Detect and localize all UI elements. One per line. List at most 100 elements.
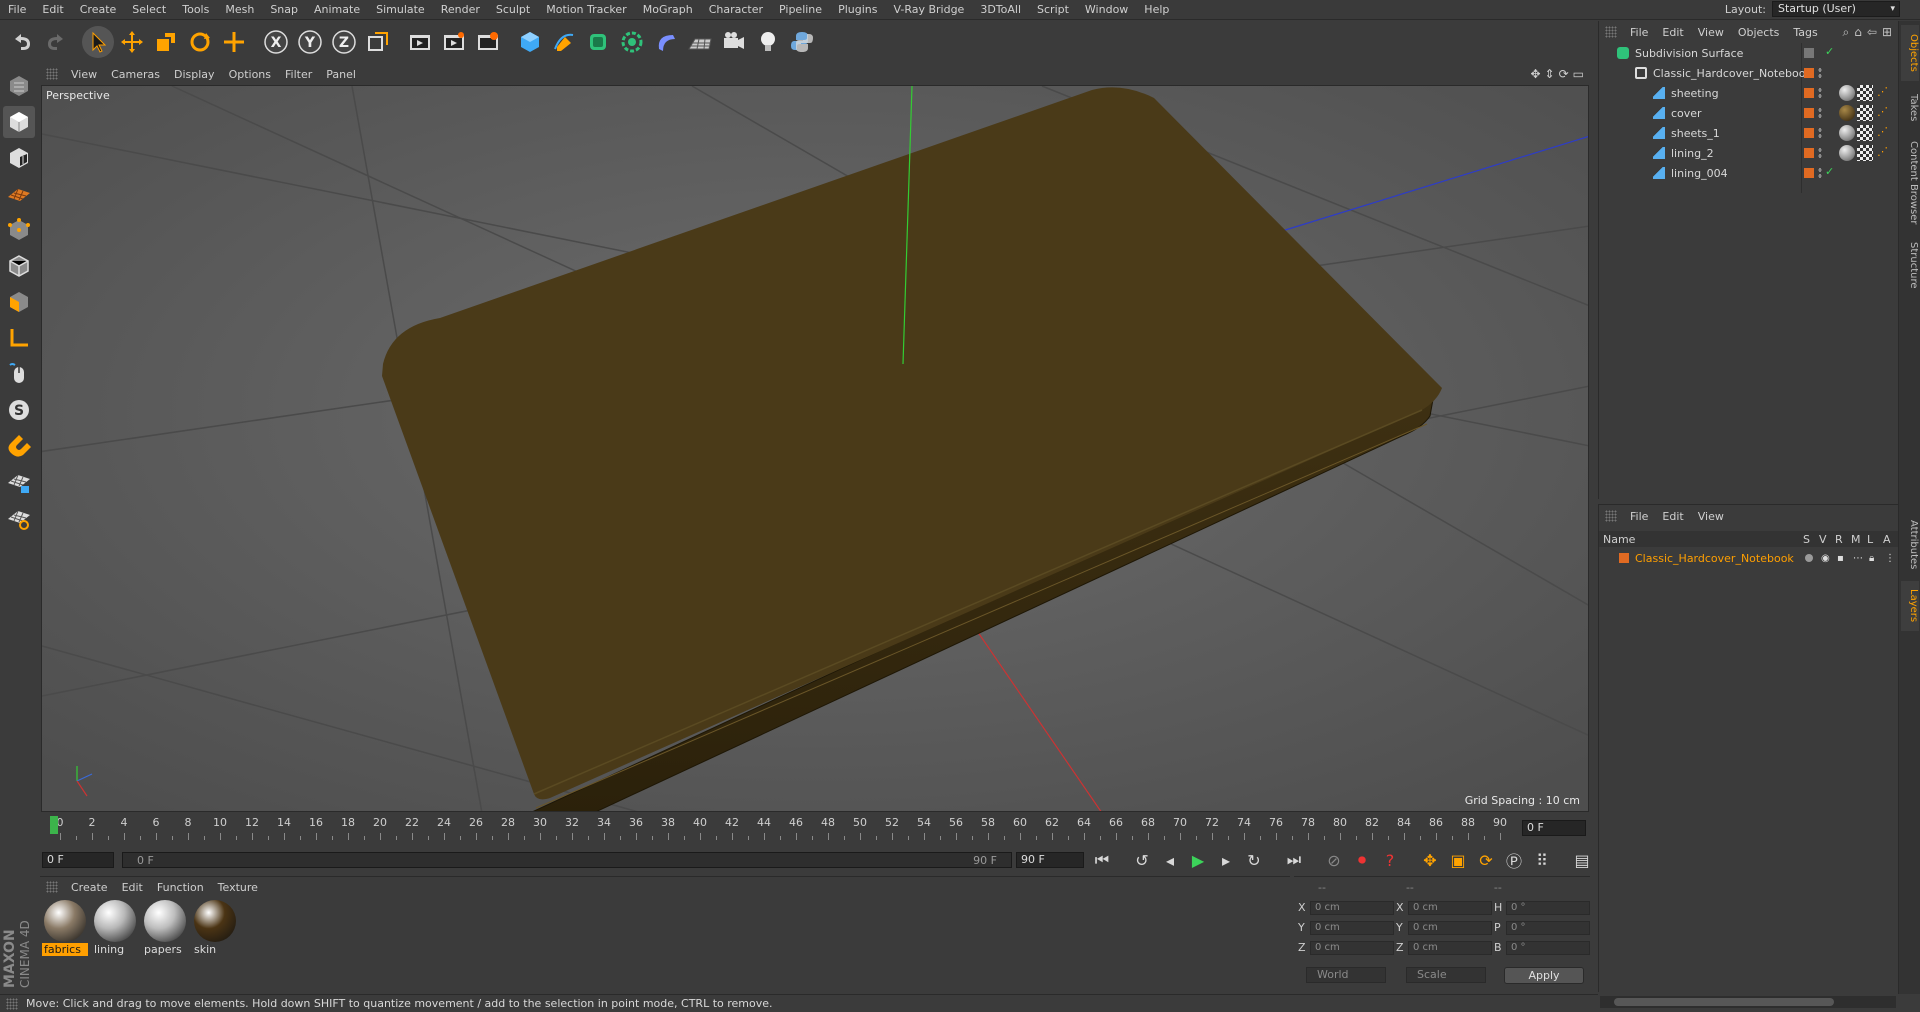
- layer-column-a[interactable]: A: [1883, 533, 1891, 546]
- layer-row[interactable]: Classic_Hardcover_Notebook ◉ ▪ ⋯ 🔒︎ ⋮: [1599, 549, 1899, 567]
- material-swatch[interactable]: skin: [192, 900, 238, 956]
- layer-column-v[interactable]: V: [1819, 533, 1827, 546]
- polygons-mode-icon[interactable]: [3, 286, 35, 318]
- workplane-icon[interactable]: [3, 178, 35, 210]
- material-tag-icon[interactable]: [1839, 125, 1855, 141]
- back-icon[interactable]: ⇦: [1867, 25, 1877, 40]
- material-menu-edit[interactable]: Edit: [115, 881, 150, 894]
- layer-render-icon[interactable]: ▪: [1837, 553, 1844, 564]
- visibility-dots-icon[interactable]: [1818, 67, 1822, 79]
- coord-space-select[interactable]: World: [1306, 967, 1386, 983]
- deformer-icon[interactable]: [650, 26, 682, 58]
- menu-pipeline[interactable]: Pipeline: [771, 0, 830, 20]
- layer-name[interactable]: Classic_Hardcover_Notebook: [1635, 552, 1794, 565]
- start-frame-field[interactable]: 0 F: [42, 852, 114, 868]
- layer-menu-view[interactable]: View: [1691, 510, 1731, 523]
- camera-icon[interactable]: [718, 26, 750, 58]
- object-menu-edit[interactable]: Edit: [1655, 26, 1690, 39]
- menu-3dtoall[interactable]: 3DToAll: [972, 0, 1029, 20]
- previous-frame-icon[interactable]: ◂: [1158, 848, 1182, 872]
- pen-spline-icon[interactable]: [548, 26, 580, 58]
- scale-icon[interactable]: [150, 26, 182, 58]
- axis-mode-icon[interactable]: [3, 322, 35, 354]
- layout-dropdown[interactable]: Startup (User): [1772, 1, 1900, 17]
- enabled-check-icon[interactable]: ✓: [1825, 45, 1841, 61]
- menu-v-ray-bridge[interactable]: V-Ray Bridge: [885, 0, 972, 20]
- z-axis-icon[interactable]: Z: [328, 26, 360, 58]
- layer-color-dot[interactable]: [1804, 148, 1814, 158]
- tab-content-browser[interactable]: Content Browser: [1901, 135, 1919, 231]
- selection-tag-icon[interactable]: ⋰: [1877, 125, 1893, 141]
- material-preview[interactable]: [144, 900, 186, 942]
- uvw-tag-icon[interactable]: [1857, 145, 1873, 161]
- layer-column-s[interactable]: S: [1803, 533, 1810, 546]
- material-tag-icon[interactable]: [1839, 105, 1855, 121]
- material-preview[interactable]: [94, 900, 136, 942]
- python-icon[interactable]: [786, 26, 818, 58]
- move-view-icon[interactable]: ✥: [1530, 67, 1540, 81]
- material-menu-create[interactable]: Create: [64, 881, 115, 894]
- coord-value-field[interactable]: 0 °: [1506, 941, 1590, 955]
- coord-value-field[interactable]: 0 cm: [1310, 921, 1394, 935]
- material-preview[interactable]: [44, 900, 86, 942]
- menu-tools[interactable]: Tools: [174, 0, 217, 20]
- object-name[interactable]: lining_004: [1671, 167, 1728, 180]
- layer-color-swatch[interactable]: [1619, 553, 1629, 563]
- render-settings-icon[interactable]: [472, 26, 504, 58]
- selection-tag-icon[interactable]: ⋰: [1877, 85, 1893, 101]
- tweak-icon[interactable]: [3, 358, 35, 390]
- menu-animate[interactable]: Animate: [306, 0, 368, 20]
- layer-column-r[interactable]: R: [1835, 533, 1843, 546]
- enabled-check-icon[interactable]: ✓: [1825, 165, 1841, 181]
- menu-mograph[interactable]: MoGraph: [635, 0, 701, 20]
- key-rotation-icon[interactable]: ⟳: [1474, 848, 1498, 872]
- object-name[interactable]: Subdivision Surface: [1635, 47, 1743, 60]
- search-icon[interactable]: ⌕: [1843, 25, 1850, 40]
- visibility-dots-icon[interactable]: [1818, 107, 1822, 119]
- apply-button[interactable]: Apply: [1504, 967, 1584, 984]
- keyframe-selection-icon[interactable]: ?: [1378, 848, 1402, 872]
- scrollbar-thumb[interactable]: [1614, 998, 1834, 1006]
- coord-value-field[interactable]: 0 cm: [1408, 941, 1492, 955]
- tab-attributes[interactable]: Attributes: [1901, 511, 1919, 579]
- x-axis-icon[interactable]: X: [260, 26, 292, 58]
- menu-help[interactable]: Help: [1136, 0, 1177, 20]
- coord-value-field[interactable]: 0 °: [1506, 901, 1590, 915]
- tab-layers[interactable]: Layers: [1901, 581, 1919, 631]
- object-row[interactable]: lining_004 ✓: [1599, 163, 1899, 183]
- go-to-end-icon[interactable]: ⏭: [1282, 848, 1306, 872]
- layer-color-dot[interactable]: [1804, 108, 1814, 118]
- panel-grip-icon[interactable]: [1605, 510, 1617, 522]
- object-menu-objects[interactable]: Objects: [1731, 26, 1787, 39]
- y-axis-icon[interactable]: Y: [294, 26, 326, 58]
- coordinate-system-icon[interactable]: [362, 26, 394, 58]
- menu-file[interactable]: File: [0, 0, 34, 20]
- layer-column-m[interactable]: M: [1851, 533, 1861, 546]
- previous-key-icon[interactable]: ↺: [1130, 848, 1154, 872]
- menu-select[interactable]: Select: [124, 0, 174, 20]
- next-key-icon[interactable]: ↻: [1242, 848, 1266, 872]
- material-name[interactable]: lining: [92, 943, 138, 956]
- material-name[interactable]: fabrics: [42, 943, 88, 956]
- preview-range-slider[interactable]: 0 F 90 F: [122, 852, 1012, 868]
- cube-primitive-icon[interactable]: [514, 26, 546, 58]
- layer-scrollbar[interactable]: [1600, 996, 1896, 1008]
- menu-mesh[interactable]: Mesh: [217, 0, 262, 20]
- record-icon[interactable]: ⊘: [1322, 848, 1346, 872]
- menu-motion-tracker[interactable]: Motion Tracker: [538, 0, 634, 20]
- menu-script[interactable]: Script: [1029, 0, 1077, 20]
- array-icon[interactable]: [616, 26, 648, 58]
- timeline[interactable]: 0 2 4 6 8 10 12 14 16 18 20 22 24 26 28 30 32 34 36 38 40 42 4…: [40, 814, 1590, 844]
- coord-value-field[interactable]: 0 cm: [1408, 901, 1492, 915]
- subdivision-icon[interactable]: [582, 26, 614, 58]
- viewport-menu-filter[interactable]: Filter: [278, 68, 319, 81]
- layer-color-dot[interactable]: [1804, 128, 1814, 138]
- uvw-tag-icon[interactable]: [1857, 105, 1873, 121]
- selection-tag-icon[interactable]: ⋰: [1877, 105, 1893, 121]
- object-name[interactable]: Classic_Hardcover_Notebook: [1653, 67, 1812, 80]
- viewport-menu-display[interactable]: Display: [167, 68, 222, 81]
- uvw-tag-icon[interactable]: [1857, 85, 1873, 101]
- tab-takes[interactable]: Takes: [1901, 85, 1919, 131]
- undo-icon[interactable]: [6, 26, 38, 58]
- render-view-icon[interactable]: [404, 26, 436, 58]
